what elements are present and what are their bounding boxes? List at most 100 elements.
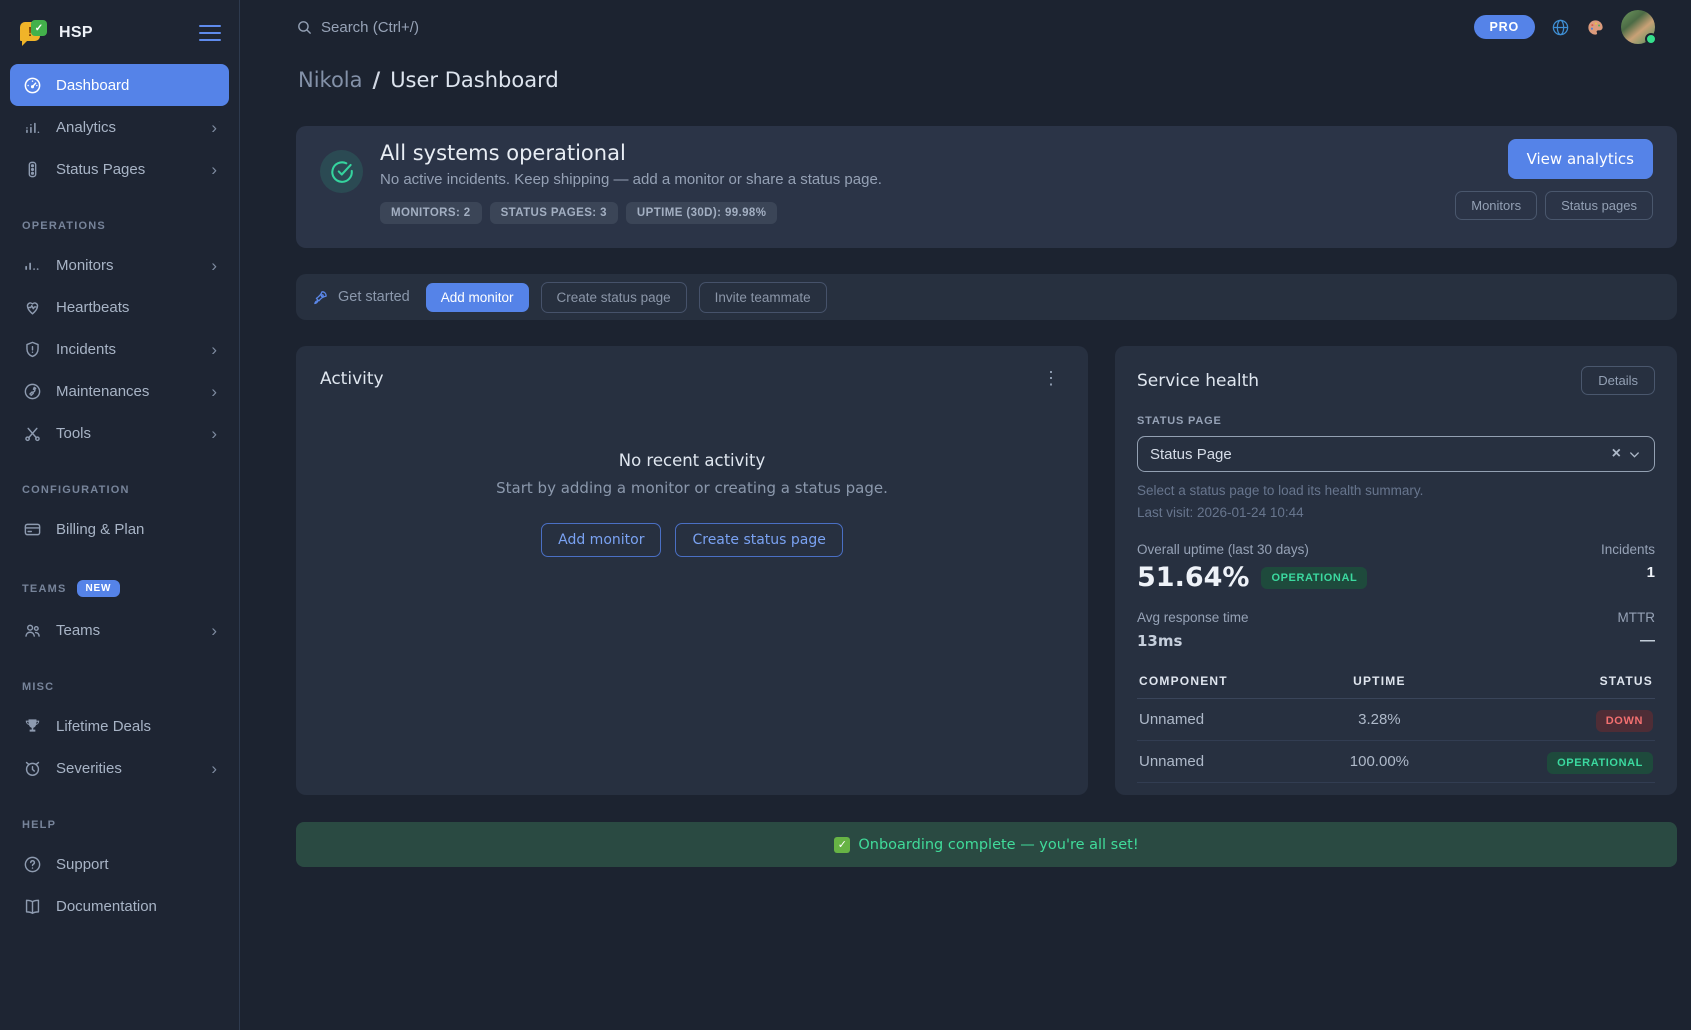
chevron-right-icon: › (211, 622, 217, 639)
sidebar-item-incidents[interactable]: Incidents › (10, 328, 229, 370)
sidebar-item-analytics[interactable]: Analytics › (10, 106, 229, 148)
topbar-actions: PRO (1474, 10, 1678, 44)
create-status-page-button[interactable]: Create status page (541, 282, 687, 313)
incidents-stat: Incidents 1 (1601, 542, 1655, 593)
chevron-right-icon: › (211, 119, 217, 136)
breadcrumb-separator: / (373, 68, 381, 92)
empty-create-status-page-button[interactable]: Create status page (675, 523, 842, 557)
search-bar[interactable] (296, 19, 1474, 36)
avg-response-label: Avg response time (1137, 610, 1249, 625)
dashboard-grid: Activity ⋮ No recent activity Start by a… (296, 346, 1677, 795)
sidebar-item-teams[interactable]: Teams › (10, 609, 229, 651)
users-icon (22, 620, 42, 640)
avg-response-value: 13ms (1137, 632, 1249, 650)
palette-icon[interactable] (1586, 18, 1605, 37)
sidebar-heading-configuration: CONFIGURATION (22, 484, 217, 496)
alarm-clock-icon (22, 758, 42, 778)
help-circle-icon (22, 854, 42, 874)
get-started-label: Get started (338, 289, 410, 305)
component-uptime: 100.00% (1318, 741, 1441, 783)
service-health-card: Service health Details STATUS PAGE Statu… (1115, 346, 1677, 795)
sidebar-heading-operations: OPERATIONS (22, 220, 217, 232)
sidebar-item-billing-plan[interactable]: Billing & Plan (10, 508, 229, 550)
sidebar-item-label: Dashboard (56, 77, 217, 94)
sidebar: !✓ HSP Dashboard Analytics › Status Page… (0, 0, 240, 1030)
clear-selection-icon[interactable]: × (1606, 445, 1627, 463)
status-pages-count-badge: STATUS PAGES: 3 (490, 202, 618, 224)
sidebar-item-documentation[interactable]: Documentation (10, 885, 229, 927)
hero-stats: MONITORS: 2 STATUS PAGES: 3 UPTIME (30D)… (380, 202, 1455, 224)
sidebar-item-label: Teams (56, 622, 197, 639)
sidebar-item-maintenances[interactable]: Maintenances › (10, 370, 229, 412)
incidents-label: Incidents (1601, 542, 1655, 557)
search-input[interactable] (321, 19, 621, 36)
hero-subtitle: No active incidents. Keep shipping — add… (380, 171, 1455, 188)
brand-name: HSP (59, 24, 199, 42)
status-pages-button[interactable]: Status pages (1545, 191, 1653, 220)
sidebar-item-severities[interactable]: Severities › (10, 747, 229, 789)
pro-badge[interactable]: PRO (1474, 15, 1536, 39)
chevron-right-icon: › (211, 161, 217, 178)
uptime-30d-badge: UPTIME (30D): 99.98% (626, 202, 777, 224)
sidebar-item-heartbeats[interactable]: Heartbeats (10, 286, 229, 328)
down-status-badge: DOWN (1596, 710, 1653, 732)
brand-row: !✓ HSP (10, 16, 229, 64)
select-helper-text: Select a status page to load its health … (1137, 483, 1655, 498)
get-started-strip: Get started Add monitor Create status pa… (296, 274, 1677, 320)
check-circle-icon (320, 150, 363, 193)
monitor-bars-icon (22, 255, 42, 275)
activity-title: Activity (320, 369, 384, 389)
sidebar-item-label: Maintenances (56, 383, 197, 400)
kebab-menu-icon[interactable]: ⋮ (1038, 368, 1064, 389)
user-avatar[interactable] (1621, 10, 1655, 44)
col-uptime: UPTIME (1318, 668, 1441, 699)
empty-state-subtitle: Start by adding a monitor or creating a … (320, 479, 1064, 497)
sidebar-item-monitors[interactable]: Monitors › (10, 244, 229, 286)
sidebar-item-label: Lifetime Deals (56, 718, 217, 735)
new-badge: NEW (77, 580, 121, 597)
components-table: COMPONENT UPTIME STATUS Unnamed 3.28% DO… (1137, 668, 1655, 783)
trophy-icon (22, 716, 42, 736)
hero-title: All systems operational (380, 141, 1455, 165)
add-monitor-button[interactable]: Add monitor (426, 283, 529, 312)
sidebar-item-lifetime-deals[interactable]: Lifetime Deals (10, 705, 229, 747)
main-content: PRO Nikola / User Dashboard (240, 0, 1691, 1030)
traffic-light-icon (22, 159, 42, 179)
book-icon (22, 896, 42, 916)
mttr-label: MTTR (1618, 610, 1656, 625)
empty-add-monitor-button[interactable]: Add monitor (541, 523, 661, 557)
sidebar-item-label: Incidents (56, 341, 197, 358)
chevron-right-icon: › (211, 257, 217, 274)
invite-teammate-button[interactable]: Invite teammate (699, 282, 827, 313)
chevron-down-icon[interactable] (1627, 447, 1642, 462)
wrench-circle-icon (22, 381, 42, 401)
sidebar-item-status-pages[interactable]: Status Pages › (10, 148, 229, 190)
service-health-title: Service health (1137, 371, 1259, 391)
operational-status-badge: OPERATIONAL (1547, 752, 1653, 774)
details-button[interactable]: Details (1581, 366, 1655, 395)
empty-state-title: No recent activity (320, 451, 1064, 470)
system-status-hero: All systems operational No active incide… (296, 126, 1677, 248)
status-page-select[interactable]: Status Page × (1137, 436, 1655, 472)
table-row: Unnamed 100.00% OPERATIONAL (1137, 741, 1655, 783)
sidebar-item-tools[interactable]: Tools › (10, 412, 229, 454)
gauge-icon (22, 75, 42, 95)
monitors-button[interactable]: Monitors (1455, 191, 1537, 220)
sidebar-item-label: Documentation (56, 898, 217, 915)
breadcrumb-parent[interactable]: Nikola (298, 68, 363, 92)
mttr-value: — (1618, 632, 1656, 649)
sidebar-heading-misc: MISC (22, 681, 217, 693)
col-status: STATUS (1441, 668, 1655, 699)
sidebar-item-label: Tools (56, 425, 197, 442)
view-analytics-button[interactable]: View analytics (1508, 139, 1653, 179)
hamburger-menu-icon[interactable] (199, 25, 221, 41)
globe-icon[interactable] (1551, 18, 1570, 37)
incidents-value: 1 (1601, 564, 1655, 581)
onboarding-banner-text: Onboarding complete — you're all set! (858, 837, 1138, 853)
page-title: User Dashboard (390, 68, 558, 92)
sidebar-item-dashboard[interactable]: Dashboard (10, 64, 229, 106)
monitors-count-badge: MONITORS: 2 (380, 202, 482, 224)
hero-actions: View analytics Monitors Status pages (1455, 139, 1653, 220)
sidebar-item-support[interactable]: Support (10, 843, 229, 885)
last-visit-text: Last visit: 2026-01-24 10:44 (1137, 505, 1655, 520)
